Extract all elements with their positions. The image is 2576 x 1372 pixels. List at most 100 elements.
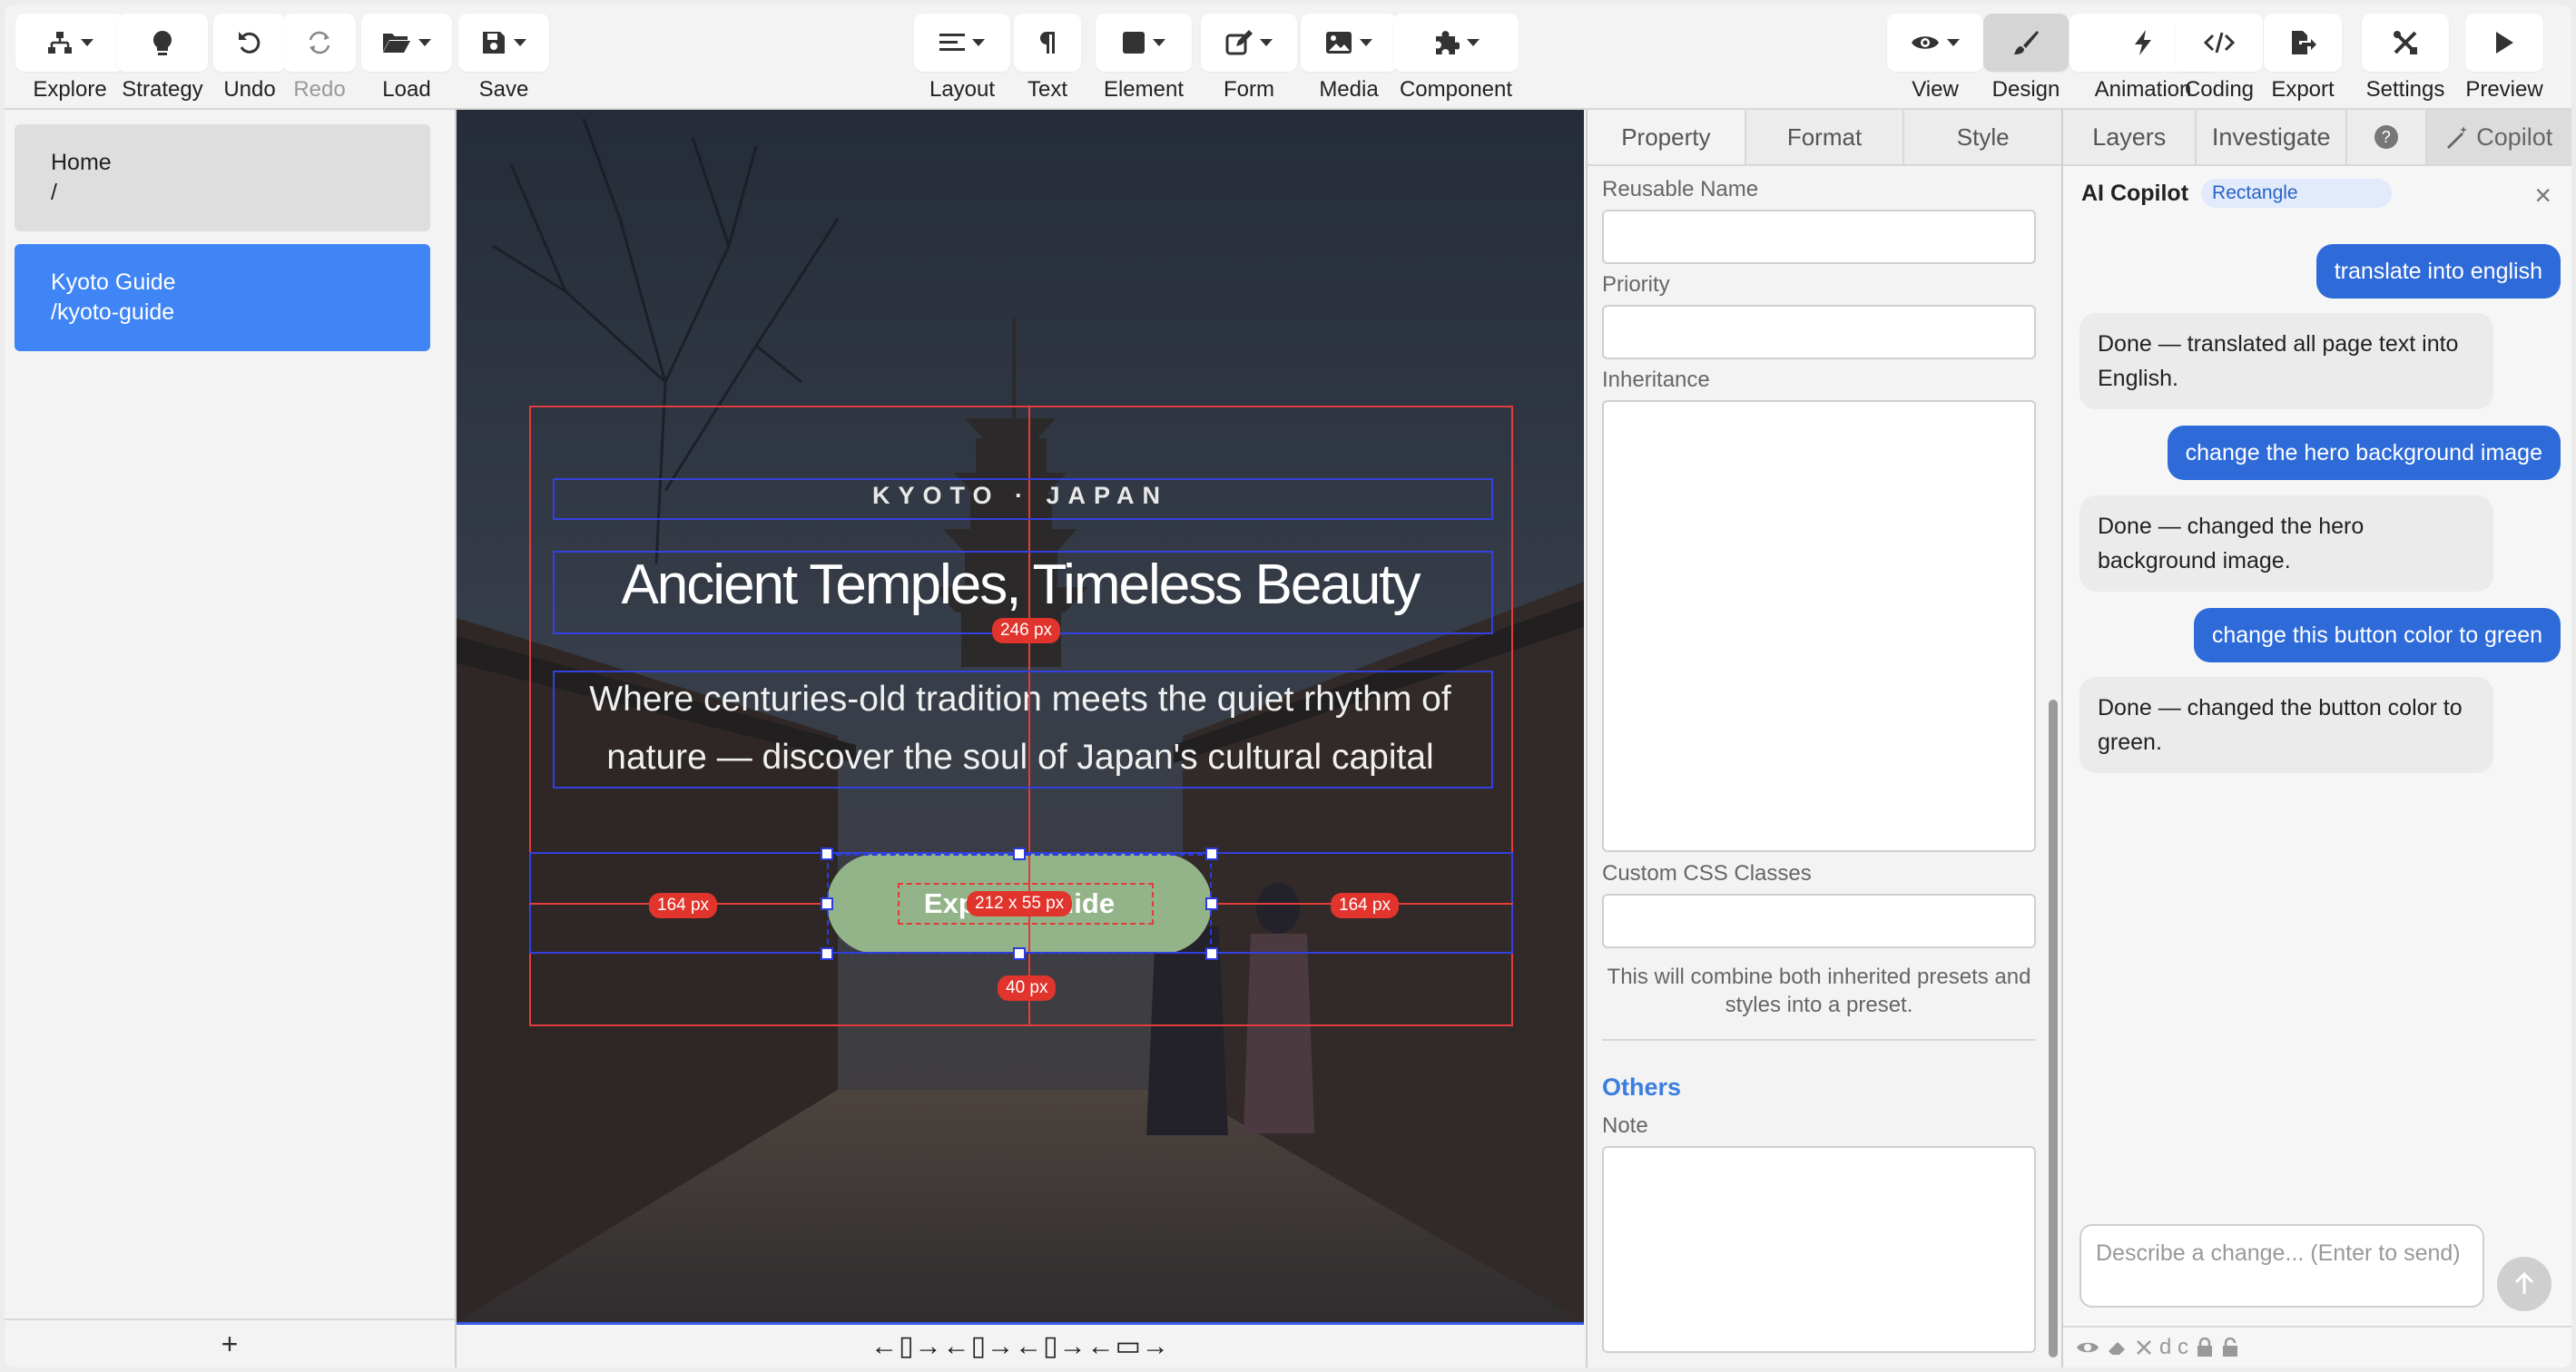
context-badge: Rectangle <box>2201 179 2393 208</box>
inheritance-label: Inheritance <box>1602 368 1710 392</box>
note-field[interactable] <box>1602 1146 2036 1353</box>
copilot-title: AI Copilot <box>2081 180 2189 206</box>
property-tabs: Property Format Style <box>1588 110 2064 166</box>
text-button[interactable]: Text <box>1014 14 1081 103</box>
chat-message-assistant: Done — changed the hero background image… <box>2079 495 2493 592</box>
page-item-home[interactable]: Home / <box>15 124 430 231</box>
undo-button[interactable]: Undo <box>213 14 286 103</box>
hero-section[interactable]: KYOTO · JAPAN Ancient Temples, Timeless … <box>457 110 1584 1322</box>
property-panel: Property Format Style Reusable Name Prio… <box>1586 110 2064 1367</box>
bolt-icon <box>2135 30 2151 55</box>
chat-message-user: translate into english <box>2315 244 2561 299</box>
unlock-icon[interactable] <box>2221 1338 2239 1357</box>
resize-handle[interactable] <box>1205 947 1218 960</box>
device-size-bar[interactable]: ←▯→←▯→←▯→←▭→ <box>457 1325 1584 1367</box>
tab-property[interactable]: Property <box>1588 110 1746 164</box>
tab-layers[interactable]: Layers <box>2063 110 2197 164</box>
design-button[interactable]: Design <box>1983 14 2069 103</box>
property-scrollbar[interactable] <box>2049 700 2058 1357</box>
settings-button[interactable]: Settings <box>2362 14 2449 103</box>
tab-format[interactable]: Format <box>1745 110 1905 164</box>
chevron-down-icon <box>81 39 93 46</box>
toolbar-label: Element <box>1103 77 1185 102</box>
redo-button[interactable]: Redo <box>283 14 356 103</box>
eyebrow-guide <box>553 478 1493 520</box>
layout-button[interactable]: Layout <box>914 14 1010 103</box>
layout-icon <box>939 34 965 51</box>
resize-handle[interactable] <box>821 947 833 960</box>
page-name: Kyoto Guide <box>51 270 176 295</box>
image-icon <box>1326 32 1352 54</box>
tools-icon <box>2394 31 2417 54</box>
component-button[interactable]: Component <box>1393 14 1519 103</box>
note-label: Note <box>1602 1113 1648 1138</box>
chat-message-assistant: Done — translated all page text into Eng… <box>2079 313 2493 409</box>
eraser-icon[interactable] <box>2107 1338 2129 1357</box>
custom-css-field[interactable] <box>1602 894 2036 948</box>
chat-message-assistant: Done — changed the button color to green… <box>2079 677 2493 773</box>
toolbar-label: Strategy <box>122 77 203 102</box>
right-panel-tabs: Layers Investigate ? Copilot <box>2063 110 2571 166</box>
close-icon[interactable]: × <box>2534 179 2551 212</box>
resize-handle[interactable] <box>821 897 833 910</box>
folder-icon <box>383 34 410 53</box>
explore-button[interactable]: Explore <box>15 14 124 103</box>
lock-icon[interactable] <box>2196 1338 2214 1357</box>
reusable-name-label: Reusable Name <box>1602 177 1759 201</box>
page-item-kyoto-guide[interactable]: Kyoto Guide /kyoto-guide <box>15 244 430 351</box>
view-button[interactable]: View <box>1887 14 1983 103</box>
copilot-input[interactable]: Describe a change... (Enter to send) <box>2079 1224 2484 1308</box>
form-button[interactable]: Form <box>1201 14 1297 103</box>
design-canvas[interactable]: KYOTO · JAPAN Ancient Temples, Timeless … <box>457 110 1584 1325</box>
spacing-label-left: 164 px <box>649 893 718 918</box>
copilot-panel: Layers Investigate ? Copilot AI Copilot … <box>2061 110 2571 1367</box>
spacing-label-right: 164 px <box>1331 893 1400 918</box>
pages-panel: Home / Kyoto Guide /kyoto-guide + <box>5 110 457 1367</box>
close-icon[interactable] <box>2136 1339 2152 1356</box>
undo-icon <box>239 32 261 54</box>
reusable-name-field[interactable] <box>1602 210 2036 264</box>
copilot-footer: d c <box>2063 1326 2571 1367</box>
pilcrow-icon <box>1040 32 1055 54</box>
inheritance-field[interactable] <box>1602 400 2036 852</box>
resize-handle[interactable] <box>1205 848 1218 860</box>
magic-wand-icon <box>2447 126 2468 149</box>
spacing-label-top: 246 px <box>992 618 1061 643</box>
toolbar-label: Media <box>1319 77 1379 102</box>
resize-handle[interactable] <box>1013 848 1026 860</box>
toolbar-label: Save <box>478 77 529 102</box>
chevron-down-icon <box>418 39 431 46</box>
toolbar-label: Form <box>1224 77 1274 102</box>
resize-handle[interactable] <box>1205 897 1218 910</box>
tab-investigate[interactable]: Investigate <box>2197 110 2347 164</box>
chevron-down-icon <box>1467 39 1480 46</box>
tab-copilot[interactable]: Copilot <box>2426 110 2571 164</box>
load-button[interactable]: Load <box>361 14 452 103</box>
toolbar-label: Coding <box>2184 77 2255 102</box>
eye-icon <box>1912 36 1939 49</box>
chat-message-user: change the hero background image <box>2167 426 2561 480</box>
edit-icon <box>1225 30 1253 55</box>
toolbar-label: Undo <box>223 77 276 102</box>
sitemap-icon <box>48 32 72 54</box>
custom-css-hint: This will combine both inherited presets… <box>1607 965 2031 1017</box>
send-button[interactable] <box>2497 1257 2551 1311</box>
media-button[interactable]: Media <box>1301 14 1397 103</box>
add-page-button[interactable]: + <box>5 1318 455 1367</box>
coding-button[interactable]: Coding <box>2176 14 2263 103</box>
resize-handle[interactable] <box>1013 947 1026 960</box>
save-button[interactable]: Save <box>458 14 549 103</box>
toolbar-label: Component <box>1399 77 1513 102</box>
tab-help[interactable]: ? <box>2347 110 2427 164</box>
priority-field[interactable] <box>1602 305 2036 359</box>
strategy-button[interactable]: Strategy <box>117 14 208 103</box>
export-button[interactable]: Export <box>2264 14 2342 103</box>
eye-icon[interactable] <box>2076 1339 2099 1356</box>
preview-button[interactable]: Preview <box>2465 14 2543 103</box>
spacing-label-bottom: 40 px <box>998 975 1057 1001</box>
resize-handle[interactable] <box>821 848 833 860</box>
element-button[interactable]: Element <box>1096 14 1192 103</box>
custom-css-label: Custom CSS Classes <box>1602 861 1812 886</box>
tab-style[interactable]: Style <box>1904 110 2064 164</box>
play-icon <box>2496 32 2513 54</box>
